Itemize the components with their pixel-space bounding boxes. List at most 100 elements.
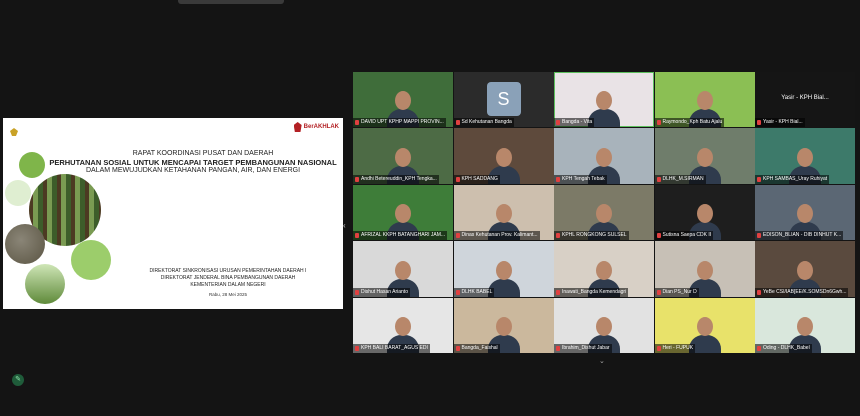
person-head [596, 260, 612, 280]
mic-muted-icon [355, 345, 359, 351]
pen-icon[interactable]: ✎ [12, 374, 24, 386]
mic-muted-icon [455, 233, 460, 239]
participant-tile[interactable]: AFRIZAL KKPH BATANGHARI JAM... [353, 184, 453, 241]
chevron-left-icon[interactable]: ‹ [343, 221, 346, 230]
slide-title-line: DALAM MEWUJUDKAN KETAHANAN PANGAN, AIR, … [85, 167, 301, 174]
participant-name: Dian PS_Nur D [654, 287, 699, 297]
participant-tile[interactable]: EDISON_BLIAN - DIB DINHUT K... [755, 184, 855, 241]
participant-name: Bangda_Faishal [453, 343, 500, 353]
person-head [696, 316, 713, 336]
mic-muted-icon [556, 233, 560, 239]
participant-tile[interactable]: Andhi Betereuddin_KPH Tengka... [353, 128, 453, 184]
mic-muted-icon [656, 120, 661, 126]
person-head [696, 204, 713, 224]
participant-tile[interactable]: KPH SAMBAS_Uray Ruhiyat [755, 128, 855, 184]
participant-tile[interactable]: KPH Tengah Tebak [554, 128, 654, 184]
participant-gallery: DAVID UPT KPHP MAPPI PROVIN... S Sd Kehuta… [353, 72, 855, 355]
mic-muted-icon [556, 176, 560, 182]
mic-muted-icon [355, 120, 359, 126]
mic-muted-icon [455, 345, 460, 351]
person-head [495, 204, 512, 224]
participant-tile[interactable]: Yasir - KPH Bial... Yasir - KPH Bial... [755, 72, 855, 128]
participant-name: DLHK_M.SIRMAN [654, 174, 706, 184]
people-photo [5, 224, 45, 264]
participant-name: KPH SADDANG [453, 174, 500, 184]
person-head [395, 316, 411, 336]
top-toolbar-handle[interactable] [178, 0, 284, 4]
participant-tile[interactable]: DLHK_M.SIRMAN [654, 128, 755, 184]
garuda-emblem-icon [9, 124, 19, 136]
participant-name: Andhi Betereuddin_KPH Tengka... [353, 174, 439, 184]
participant-name: YeBe CSI/IAB[EE/K.SOMSDn6Gwh... [755, 287, 849, 297]
participant-tile[interactable]: Raymondo_Kph Batu Ajalu [654, 72, 755, 128]
participant-tile[interactable]: Sutisna Saepa CDK II [654, 184, 755, 241]
mic-muted-icon [757, 289, 761, 295]
participant-name: Yasir - KPH Bial... [755, 118, 805, 128]
person-head [495, 316, 512, 336]
participant-tile[interactable]: Inawati_Bangda Kemendagri [554, 241, 654, 297]
participant-tile[interactable]: Oding - DLHK_Babel [755, 297, 855, 353]
participant-name: DLHK BABEL [453, 287, 495, 297]
participant-tile[interactable]: S Sd Kehutanan Bangda [453, 72, 554, 128]
participant-display-name: Yasir - KPH Bial... [781, 95, 829, 101]
participant-tile[interactable]: KPH SADDANG [453, 128, 554, 184]
participant-tile[interactable]: DAVID UPT KPHP MAPPI PROVIN... [353, 72, 453, 128]
mic-muted-icon [355, 176, 359, 182]
participant-tile[interactable]: Dinas Kehutanan Prov. Kalimant... [453, 184, 554, 241]
person-head [596, 204, 612, 224]
mic-muted-icon [455, 120, 460, 126]
mic-muted-icon [355, 233, 359, 239]
person-head [395, 147, 411, 167]
participant-name: KPH BALI BARAT_AGUS EDI [353, 343, 430, 353]
decor-circle [71, 240, 111, 280]
mic-muted-icon [757, 120, 761, 126]
mic-muted-icon [757, 345, 761, 351]
mic-muted-icon [455, 176, 460, 182]
mic-muted-icon [656, 289, 661, 295]
person-head [696, 91, 713, 111]
participant-name: KPH SAMBAS_Uray Ruhiyat [755, 174, 830, 184]
person-head [797, 147, 813, 167]
participant-tile[interactable]: KPH BALI BARAT_AGUS EDI [353, 297, 453, 353]
participant-name: EDISON_BLIAN - DIB DINHUT K... [755, 231, 844, 241]
participant-name: Heri - FUPUK [654, 343, 696, 353]
participant-name: Inawati_Bangda Kemendagri [554, 287, 629, 297]
participant-name: Oding - DLHK_Babel [755, 343, 812, 353]
mic-muted-icon [556, 345, 560, 351]
participant-tile[interactable]: DLHK BABEL [453, 241, 554, 297]
participant-tile[interactable]: Bangda - Vita [554, 72, 654, 128]
person-head [797, 316, 813, 336]
person-head [495, 260, 512, 280]
slide-title-line: RAPAT KOORDINASI PUSAT DAN DAERAH [132, 150, 274, 157]
participant-name: KPH Tengah Tebak [554, 174, 607, 184]
participant-tile[interactable]: YeBe CSI/IAB[EE/K.SOMSDn6Gwh... [755, 241, 855, 297]
participant-name: Ibrahim_Dishut Jabar [554, 343, 612, 353]
participant-tile[interactable]: Ibrahim_Dishut Jabar [554, 297, 654, 353]
mic-muted-icon [656, 233, 661, 239]
slide-org-line: DIREKTORAT SINKRONISASI URUSAN PEMERINTA… [149, 268, 307, 274]
participant-tile[interactable]: Dishut Hasan Arianto [353, 241, 453, 297]
person-head [696, 147, 713, 167]
participant-name: Raymondo_Kph Batu Ajalu [654, 118, 725, 128]
participant-name: KPHL RONGKONG SULSEL [554, 231, 629, 241]
participant-name: Dinas Kehutanan Prov. Kalimant... [453, 231, 540, 241]
participant-name: DAVID UPT KPHP MAPPI PROVIN... [353, 118, 446, 128]
mic-muted-icon [355, 289, 359, 295]
person-head [395, 260, 411, 280]
participant-tile[interactable]: KPHL RONGKONG SULSEL [554, 184, 654, 241]
person-head [596, 91, 612, 111]
participant-name: Bangda - Vita [554, 118, 595, 128]
mic-muted-icon [757, 176, 761, 182]
participant-tile[interactable]: Dian PS_Nur D [654, 241, 755, 297]
slide-org-line: DIREKTORAT JENDERAL BINA PEMBANGUNAN DAE… [160, 275, 296, 281]
participant-tile[interactable]: Heri - FUPUK [654, 297, 755, 353]
berakhlak-logo: BerAKHLAK [293, 122, 339, 132]
participant-tile[interactable]: Bangda_Faishal [453, 297, 554, 353]
chevron-down-icon[interactable]: ⌄ [599, 357, 605, 365]
decor-circle [5, 180, 31, 206]
shared-screen-slide: BerAKHLAK RAPAT KOORDINASI PUSAT DAN DAE… [3, 118, 343, 309]
participant-name: Sutisna Saepa CDK II [654, 231, 714, 241]
slide-title-line: PERHUTANAN SOSIAL UNTUK MENCAPAI TARGET … [49, 158, 337, 167]
person-head [495, 147, 512, 167]
mic-muted-icon [455, 289, 460, 295]
